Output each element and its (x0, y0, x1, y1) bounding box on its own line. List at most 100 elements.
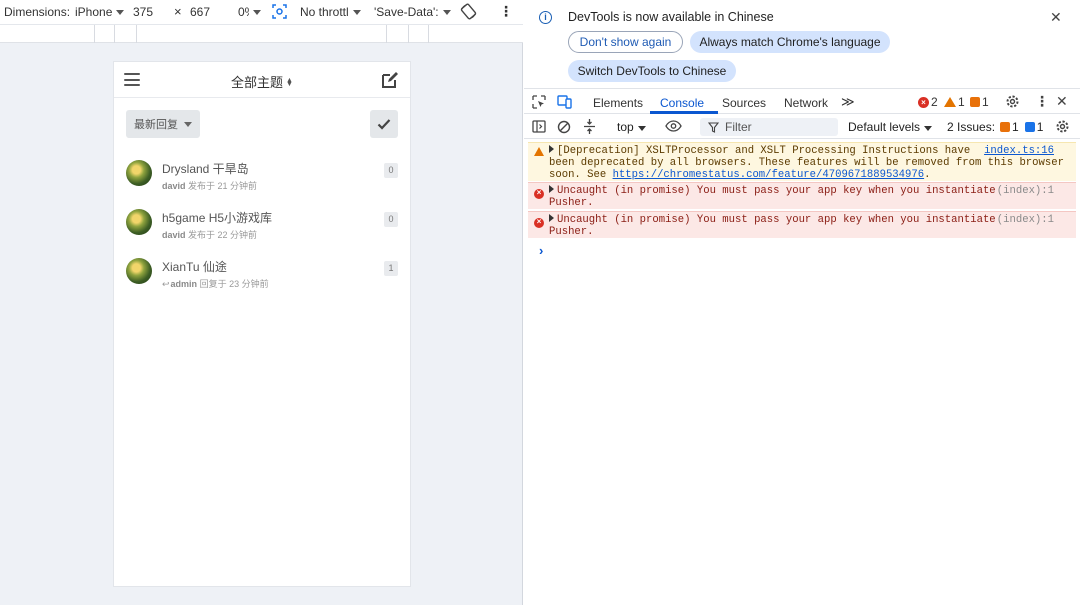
filter-input[interactable] (725, 120, 825, 134)
source-link[interactable]: (index):1 (997, 214, 1054, 226)
console-warning-message[interactable]: [Deprecation] XSLTProcessor and XSLT Pro… (528, 142, 1076, 181)
sort-dropdown-button[interactable]: 最新回复 (126, 110, 200, 138)
width-input[interactable]: 375 (133, 5, 153, 19)
source-link[interactable]: (index):1 (997, 185, 1054, 197)
context-select[interactable]: top (617, 120, 646, 134)
topic-item[interactable]: Drysland 干旱岛 david 发布于 21 分钟前 0 (114, 152, 410, 201)
topic-meta: david 发布于 21 分钟前 (162, 179, 257, 192)
sort-icon: ▲ ▼ (286, 77, 293, 88)
message-line: Pusher. (549, 226, 594, 238)
zoom-value: 0% (238, 5, 249, 19)
message-line: Uncaught (in promise) You must pass your… (549, 214, 1072, 226)
topic-item[interactable]: h5game H5小游戏库 david 发布于 22 分钟前 0 (114, 201, 410, 250)
issues-count-badge[interactable]: 1 (970, 95, 989, 109)
topic-author[interactable]: david (162, 230, 186, 240)
topic-title[interactable]: h5game H5小游戏库 (162, 209, 272, 226)
close-devtools-icon[interactable]: ✕ (1056, 93, 1068, 110)
device-select[interactable]: iPhone (75, 5, 125, 19)
issue-info-icon (1024, 122, 1035, 132)
topic-time: 发布于 21 分钟前 (185, 181, 258, 191)
reply-count-badge: 0 (384, 163, 398, 178)
tab-network[interactable]: Network (784, 96, 828, 110)
switch-to-chinese-button[interactable]: Switch DevTools to Chinese (568, 60, 736, 82)
console-prompt[interactable]: › (539, 243, 543, 258)
media-query-ruler[interactable] (0, 24, 523, 43)
capture-screenshot-icon[interactable] (272, 4, 287, 19)
message-text: . (924, 169, 931, 181)
inspect-element-icon[interactable] (532, 95, 546, 112)
console-toolbar: top Default levels 2 Issues: 1 1 (524, 115, 1080, 139)
warning-count-badge[interactable]: 1 (944, 95, 965, 109)
ruler-tick (136, 25, 137, 43)
console-settings-gear-icon[interactable] (1055, 119, 1070, 137)
more-options-icon[interactable]: ⋮ (1035, 93, 1049, 110)
sort-dropdown-label: 最新回复 (134, 119, 178, 131)
eye-icon[interactable] (665, 120, 682, 135)
console-error-message[interactable]: × Uncaught (in promise) You must pass yo… (528, 182, 1076, 209)
warning-count: 1 (958, 95, 965, 109)
page-title[interactable]: 全部主题 ▲ ▼ (114, 72, 410, 91)
devtools-tabbar: Elements Console Sources Network ≫ × 2 1 … (524, 90, 1080, 114)
save-data-value: 'Save-Data': (374, 5, 439, 19)
more-tabs-icon[interactable]: ≫ (841, 94, 855, 110)
topic-author[interactable]: admin (171, 279, 198, 289)
close-icon[interactable]: ✕ (1050, 9, 1062, 26)
source-link[interactable]: index.ts:16 (984, 145, 1054, 157)
rotate-icon[interactable] (460, 3, 477, 20)
chevron-down-icon (924, 126, 933, 131)
always-match-language-button[interactable]: Always match Chrome's language (690, 31, 890, 53)
check-icon (377, 119, 391, 130)
expand-arrow-icon[interactable] (549, 185, 554, 193)
topic-title[interactable]: XianTu 仙途 (162, 258, 227, 275)
expand-arrow-icon[interactable] (549, 145, 554, 153)
clear-console-icon[interactable] (557, 120, 571, 137)
filter-collapse-icon[interactable] (583, 118, 596, 138)
height-input[interactable]: 667 (190, 5, 210, 19)
avatar[interactable] (126, 258, 152, 284)
dont-show-again-button[interactable]: Don't show again (568, 31, 683, 53)
language-infobar: i DevTools is now available in Chinese ✕… (524, 0, 1080, 89)
topic-item[interactable]: XianTu 仙途 ↩admin 回复于 23 分钟前 1 (114, 250, 410, 299)
save-data-select[interactable]: 'Save-Data': (374, 5, 451, 19)
reply-count-badge: 1 (384, 261, 398, 276)
log-levels-select[interactable]: Default levels (848, 120, 933, 134)
issues-button[interactable]: 2 Issues: 1 1 (947, 120, 1043, 134)
zoom-select[interactable]: 0% (238, 5, 261, 19)
avatar[interactable] (126, 209, 152, 235)
tab-elements[interactable]: Elements (593, 96, 643, 110)
chevron-down-icon (184, 121, 192, 127)
tab-sources[interactable]: Sources (722, 96, 766, 110)
active-tab-indicator (650, 111, 718, 114)
error-count-badge[interactable]: × 2 (918, 95, 938, 109)
device-toolbar-toggle-icon[interactable] (557, 95, 572, 112)
avatar[interactable] (126, 160, 152, 186)
error-icon: × (534, 216, 546, 228)
message-line: soon. See https://chromestatus.com/featu… (549, 169, 1072, 181)
expand-arrow-icon[interactable] (549, 214, 554, 222)
throttle-select[interactable]: No throttl (300, 5, 361, 19)
log-levels-value: Default levels (848, 120, 921, 134)
edit-icon[interactable] (380, 70, 400, 90)
topic-title[interactable]: Drysland 干旱岛 (162, 160, 249, 177)
ruler-tick (386, 25, 387, 43)
devtools-panel: i DevTools is now available in Chinese ✕… (524, 0, 1080, 605)
tab-console[interactable]: Console (660, 96, 704, 110)
topic-time: 回复于 23 分钟前 (197, 279, 269, 289)
chromestatus-link[interactable]: https://chromestatus.com/feature/4709671… (613, 169, 925, 181)
topic-list: Drysland 干旱岛 david 发布于 21 分钟前 0 h5game H… (114, 152, 410, 299)
gear-icon[interactable] (1005, 94, 1020, 112)
issues-blue-count: 1 (1036, 120, 1044, 134)
message-text: Uncaught (in promise) You must pass your… (557, 214, 996, 226)
mark-all-read-button[interactable] (370, 110, 398, 138)
ruler-tick (428, 25, 429, 43)
funnel-icon (708, 121, 719, 133)
console-error-message[interactable]: × Uncaught (in promise) You must pass yo… (528, 211, 1076, 238)
issues-count: 1 (982, 95, 989, 109)
sidebar-toggle-icon[interactable] (532, 120, 546, 136)
topic-author[interactable]: david (162, 181, 186, 191)
message-text: Uncaught (in promise) You must pass your… (557, 185, 996, 197)
filter-field[interactable] (700, 118, 838, 136)
more-options-icon[interactable]: ⋮ (499, 3, 513, 20)
chevron-down-icon (637, 126, 646, 131)
throttle-value: No throttl (300, 5, 349, 19)
